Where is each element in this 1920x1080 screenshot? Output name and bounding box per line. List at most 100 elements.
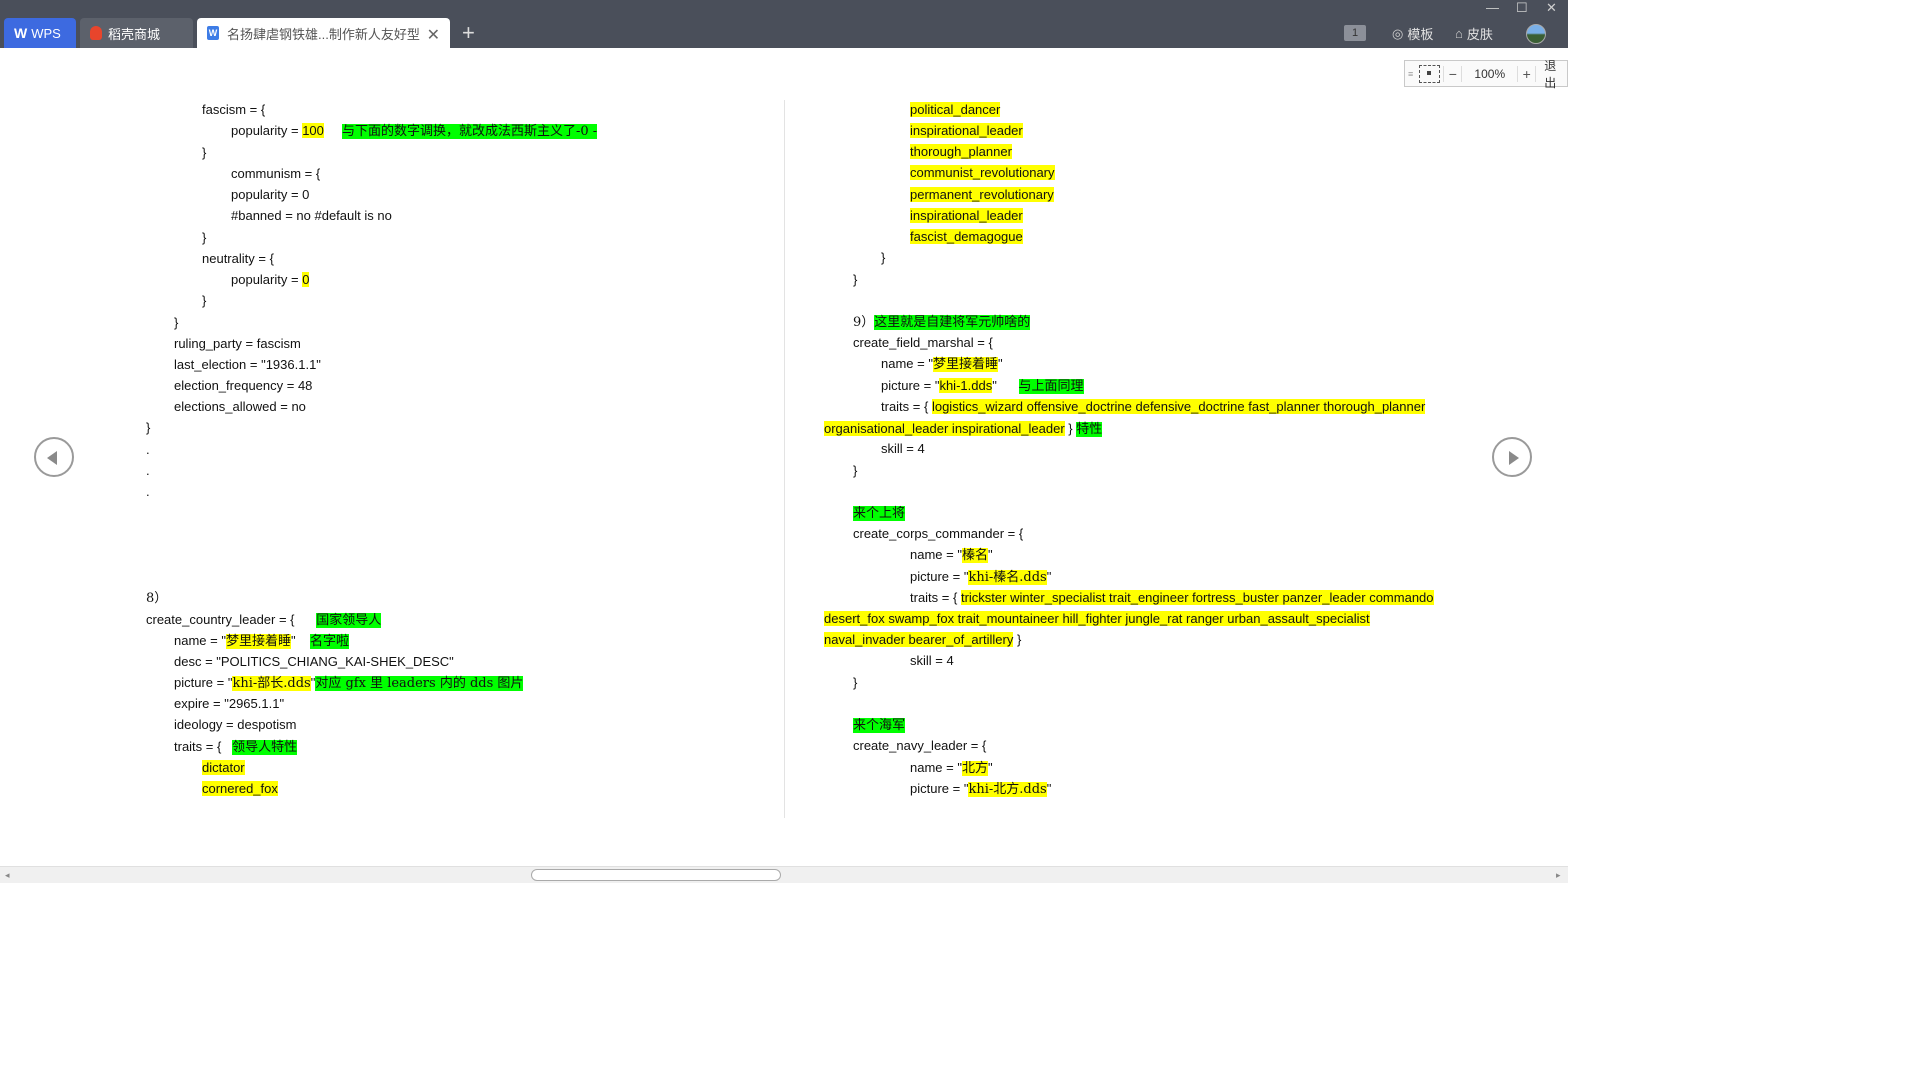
code-text: create_navy_leader = { — [853, 738, 987, 753]
toolbar-grip-icon[interactable]: ≡ — [1405, 69, 1416, 79]
highlighted-text: thorough_planner — [910, 144, 1012, 159]
previous-page-arrow-icon[interactable] — [34, 437, 74, 477]
text-line: } — [853, 271, 857, 289]
code-text: communism = { — [231, 166, 321, 181]
text-line: neutrality = { — [202, 250, 274, 268]
text-line: } — [202, 292, 206, 310]
docer-fire-icon — [90, 26, 102, 40]
code-text: . — [146, 484, 150, 499]
exit-reading-button[interactable]: 退出 — [1544, 57, 1567, 91]
code-text: } — [1013, 632, 1022, 647]
tab-docer-store[interactable]: 稻壳商城 — [80, 18, 193, 48]
text-line: ideology = despotism — [174, 716, 297, 734]
code-text: #banned = no #default is no — [231, 208, 392, 223]
annotation-note: 特性 — [1076, 422, 1103, 437]
new-tab-plus-icon[interactable]: + — [462, 20, 475, 46]
highlighted-text: khi-北方.dds — [968, 782, 1047, 797]
user-avatar[interactable] — [1526, 24, 1546, 44]
code-text: } — [146, 420, 151, 435]
text-line: 来个海军 — [853, 716, 906, 735]
text-line: . — [146, 483, 150, 501]
code-text: } — [202, 230, 207, 245]
code-text: neutrality = { — [202, 251, 274, 266]
text-line: } — [881, 249, 885, 267]
annotation-note: 领导人特性 — [232, 740, 298, 755]
minimize-icon[interactable]: — — [1486, 0, 1499, 15]
text-line: inspirational_leader — [910, 207, 1023, 225]
code-text: } — [202, 145, 207, 160]
horizontal-scrollbar[interactable]: ◂ ▸ — [0, 866, 1568, 883]
text-line: create_field_marshal = { — [853, 334, 993, 352]
highlighted-text: inspirational_leader — [910, 123, 1023, 138]
code-text: 9） — [853, 315, 875, 330]
text-line: traits = { 领导人特性 — [174, 738, 298, 757]
tab-document[interactable]: W 名扬肆虐钢铁雄...制作新人友好型 ✕ — [197, 18, 450, 48]
code-text: create_country_leader = { — [146, 612, 317, 627]
text-line: political_dancer — [910, 101, 1001, 119]
code-text: last_election = "1936.1.1" — [174, 357, 321, 372]
code-text: traits = { — [910, 590, 961, 605]
highlighted-text: communist_revolutionary — [910, 165, 1055, 180]
scrollbar-thumb[interactable] — [531, 869, 781, 881]
code-text: picture = " — [910, 569, 969, 584]
fit-page-icon[interactable] — [1419, 64, 1441, 83]
text-line: dictator — [202, 759, 245, 777]
text-line: picture = "khi-北方.dds" — [910, 780, 1051, 799]
text-line: } — [146, 419, 150, 437]
code-text: skill = 4 — [910, 653, 954, 668]
code-text: popularity = — [231, 123, 303, 138]
page-divider — [784, 100, 785, 818]
code-text: } — [853, 463, 858, 478]
code-text: create_field_marshal = { — [853, 335, 993, 350]
window-close-icon[interactable]: ✕ — [1546, 0, 1557, 16]
close-tab-icon[interactable]: ✕ — [427, 25, 440, 45]
scroll-right-icon[interactable]: ▸ — [1556, 870, 1561, 881]
highlighted-text: organisational_leader inspirational_lead… — [824, 421, 1065, 436]
annotation-note: 与上面同理 — [1018, 379, 1084, 394]
skin-button[interactable]: ⌂ 皮肤 — [1455, 24, 1493, 43]
text-line: naval_invader bearer_of_artillery } — [824, 631, 1021, 649]
text-line: picture = "khi-榛名.dds" — [910, 568, 1051, 587]
code-text: create_corps_commander = { — [853, 526, 1024, 541]
text-line: last_election = "1936.1.1" — [174, 356, 321, 374]
code-text: } — [853, 675, 858, 690]
tab-store-label: 稻壳商城 — [108, 26, 161, 42]
text-line: create_country_leader = { 国家领导人 — [146, 611, 382, 630]
code-text: 8） — [146, 591, 168, 606]
code-text: desc = "POLITICS_CHIANG_KAI-SHEK_DESC" — [174, 654, 454, 669]
next-page-arrow-icon[interactable] — [1492, 437, 1532, 477]
code-text: " — [290, 633, 311, 648]
text-line: name = "梦里接着睡" 名字啦 — [174, 632, 350, 651]
highlighted-text: permanent_revolutionary — [910, 187, 1054, 202]
text-line: skill = 4 — [881, 440, 925, 458]
highlighted-text: naval_invader bearer_of_artillery — [824, 632, 1014, 647]
text-line: skill = 4 — [910, 652, 954, 670]
maximize-icon[interactable]: ☐ — [1516, 0, 1528, 16]
scroll-left-icon[interactable]: ◂ — [5, 870, 10, 881]
text-line: traits = { logistics_wizard offensive_do… — [881, 398, 1426, 416]
template-label: 模板 — [1407, 27, 1434, 42]
highlighted-text: inspirational_leader — [910, 208, 1023, 223]
template-button[interactable]: ◎ 模板 — [1392, 24, 1433, 43]
text-line: popularity = 0 — [231, 271, 310, 289]
code-text: name = " — [881, 356, 933, 371]
zoom-in-button[interactable]: + — [1517, 65, 1537, 82]
page-count-badge[interactable]: 1 — [1344, 25, 1366, 41]
code-text: traits = { — [174, 739, 233, 754]
tab-wps-home[interactable]: W WPS — [4, 18, 76, 48]
code-text: popularity = 0 — [231, 187, 310, 202]
text-line: organisational_leader inspirational_lead… — [824, 420, 1103, 439]
code-text: fascism = { — [202, 102, 266, 117]
text-line: popularity = 0 — [231, 186, 309, 204]
text-line: expire = "2965.1.1" — [174, 695, 284, 713]
text-line: popularity = 100 与下面的数字调换，就改成法西斯主义了-0 - — [231, 122, 598, 141]
zoom-level[interactable]: 100% — [1462, 67, 1517, 81]
highlighted-text: 梦里接着睡 — [225, 634, 291, 649]
highlighted-text: 北方 — [961, 761, 988, 776]
code-text: ideology = despotism — [174, 717, 297, 732]
text-line: #banned = no #default is no — [231, 207, 392, 225]
text-line: create_corps_commander = { — [853, 525, 1023, 543]
zoom-out-button[interactable]: − — [1443, 65, 1463, 82]
highlighted-text: 100 — [302, 123, 324, 138]
